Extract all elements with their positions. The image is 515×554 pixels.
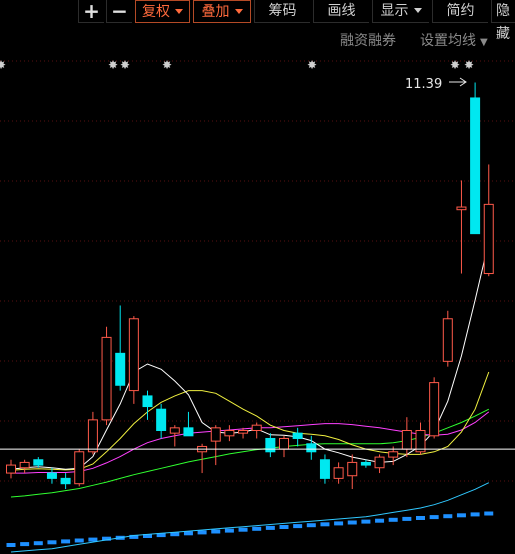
volume-bar (211, 529, 221, 534)
volume-bar (484, 511, 494, 516)
candle-body-up (210, 427, 221, 442)
max-price-arrow-icon (449, 77, 467, 87)
candle-body-down (33, 459, 44, 466)
volume-bar (88, 537, 98, 542)
volume-bar (388, 517, 398, 522)
max-price-label: 11.39 (405, 77, 442, 92)
volume-bar (293, 524, 303, 529)
volume-bar (224, 528, 234, 533)
volume-bar (306, 523, 316, 528)
volume-bar (347, 520, 357, 525)
candle-body-up (429, 382, 440, 437)
candle-body-down (265, 437, 276, 453)
candle-body-up (238, 429, 249, 434)
candle-body-up (333, 467, 344, 479)
candle-body-down (306, 443, 317, 453)
candle-body-down (183, 427, 194, 437)
candle-body-up (415, 429, 426, 453)
moving-average-lines (10, 241, 490, 553)
candle-body-up (279, 437, 289, 450)
event-markers: ✸ ✸ ✸ ✸ ✸ ✸ ✸ (0, 58, 474, 72)
kline-chart[interactable]: ✸ ✸ ✸ ✸ ✸ ✸ ✸ 11.39 (0, 0, 515, 554)
candle-body-down (470, 97, 481, 235)
candle-body-up (224, 429, 235, 437)
volume-bar (61, 539, 71, 544)
candle-body-up (74, 451, 85, 485)
event-marker-icon: ✸ (307, 58, 317, 72)
volume-bar (6, 543, 16, 547)
volume-bar (33, 541, 43, 546)
event-marker-icon: ✸ (108, 58, 118, 72)
candle-body-up (87, 419, 98, 453)
volume-bar (47, 540, 57, 545)
candle-body-down (319, 459, 330, 479)
event-marker-icon: ✸ (464, 58, 474, 72)
volume-bar (456, 513, 466, 518)
candle-body-up (101, 336, 112, 421)
candle-body-down (156, 408, 167, 431)
volume-bar (238, 527, 248, 532)
event-marker-icon: ✸ (0, 58, 6, 72)
event-marker-icon: ✸ (162, 58, 172, 72)
volume-bar (375, 518, 385, 523)
candle-body-up (483, 203, 494, 275)
candle-body-up (19, 461, 30, 469)
candle-body-up (388, 451, 399, 458)
volume-bar (279, 525, 289, 529)
volume-bar (470, 512, 480, 517)
candle-body-up (401, 429, 412, 450)
candle-body-down (60, 477, 71, 485)
candle-body-up (347, 461, 358, 477)
candle-body-down (360, 461, 371, 466)
volume-bar (320, 522, 330, 527)
volume-bar (334, 521, 344, 526)
volume-bar (20, 542, 30, 547)
volume-bar (265, 525, 275, 530)
candle-body-down (292, 432, 303, 439)
candle-body-up (374, 456, 385, 469)
volume-bar (183, 531, 193, 536)
candle-body-up (128, 318, 139, 392)
volume-bars (6, 511, 494, 547)
candle-body-up (6, 464, 16, 474)
event-marker-icon: ✸ (120, 58, 130, 72)
volume-bar (416, 516, 425, 520)
candle-body-down (46, 472, 57, 479)
candle-body-up (169, 427, 180, 434)
candle-body-up (251, 424, 262, 431)
volume-bar (74, 538, 84, 543)
candle-body-down (142, 395, 153, 408)
volume-bar (429, 515, 439, 520)
volume-bar (361, 519, 371, 524)
candle-body-down (115, 352, 126, 386)
volume-bar (197, 530, 207, 535)
event-marker-icon: ✸ (450, 58, 460, 72)
volume-bar (443, 514, 453, 519)
volume-bar (402, 516, 412, 521)
volume-bar (252, 526, 262, 531)
candle-body-up (456, 206, 467, 211)
candle-body-up (442, 318, 453, 362)
